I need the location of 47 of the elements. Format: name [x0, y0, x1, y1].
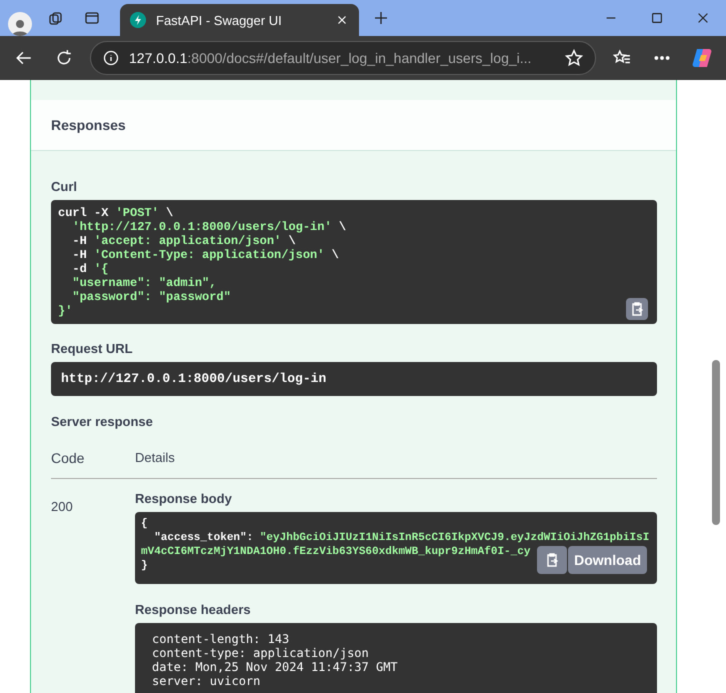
address-bar[interactable]: 127.0.0.1:8000/docs#/default/user_log_in_handler_users_log_i...: [90, 41, 596, 75]
copy-button[interactable]: [626, 298, 648, 320]
download-button[interactable]: Download: [568, 546, 647, 574]
code-line: mV4cCI6MTczMjY1NDA1OH0.fEzzVib63YS60xdkmWB_kupr9zHmAf0I-_cy: [141, 545, 530, 559]
code-line: -H 'Content-Type: application/json' \: [71, 248, 339, 262]
code-line: }': [58, 304, 72, 318]
copilot-icon[interactable]: [691, 47, 713, 69]
code-line: -H 'accept: application/json' \: [71, 234, 296, 248]
code-line: "access_token": "eyJhbGciOiJIUzI1NiIsInR5cCI6IkpXVCJ9.eyJzdWIiOiJhZG1pbiIsI: [153, 531, 650, 545]
field-label: Response body: [135, 491, 233, 506]
browser-tab[interactable]: FastAPI - Swagger UI: [120, 4, 359, 36]
section-title: Responses: [51, 117, 126, 133]
fastapi-logo-icon: [130, 12, 146, 28]
maximize-icon[interactable]: [650, 11, 664, 25]
code-line: content-length: 143: [152, 632, 290, 646]
close-window-icon[interactable]: [696, 11, 710, 25]
copy-icon: [630, 301, 644, 317]
field-label: Response headers: [135, 602, 252, 617]
info-icon[interactable]: [103, 50, 119, 66]
code-line: server: uvicorn: [152, 674, 260, 688]
code-line: -d '{: [71, 262, 108, 276]
back-icon[interactable]: [15, 49, 33, 67]
code-line: "username": "admin",: [71, 276, 216, 290]
url-text: 127.0.0.1:8000/docs#/default/user_log_in_handler_users_log_i...: [129, 50, 532, 66]
scrollbar-thumb[interactable]: [712, 360, 720, 525]
code-line: content-type: application/json: [152, 646, 369, 660]
copy-icon: [545, 552, 559, 568]
star-icon[interactable]: [565, 49, 583, 67]
code-line: {: [141, 517, 148, 531]
url-value: http://127.0.0.1:8000/users/log-in: [51, 362, 657, 396]
code-line: 'http://127.0.0.1:8000/users/log-in' \: [71, 220, 346, 234]
workspaces-icon[interactable]: [48, 10, 64, 26]
field-label: Request URL: [51, 341, 134, 356]
new-tab-icon[interactable]: [373, 10, 389, 26]
field-label: Server response: [51, 414, 154, 429]
code-line: curl -X 'POST' \: [58, 206, 174, 220]
profile-avatar[interactable]: [8, 12, 32, 36]
code-line: "password": "password": [71, 290, 231, 304]
reload-icon[interactable]: [55, 49, 73, 67]
copy-button[interactable]: [537, 546, 567, 574]
sidebar-icon[interactable]: [84, 10, 100, 26]
column-header: Details: [135, 450, 175, 466]
status-code: 200: [51, 498, 74, 516]
code-line: }: [141, 559, 148, 573]
code-line: date: Mon,25 Nov 2024 11:47:37 GMT: [152, 660, 398, 674]
column-header: Code: [51, 450, 86, 466]
field-label: Curl: [51, 179, 78, 194]
